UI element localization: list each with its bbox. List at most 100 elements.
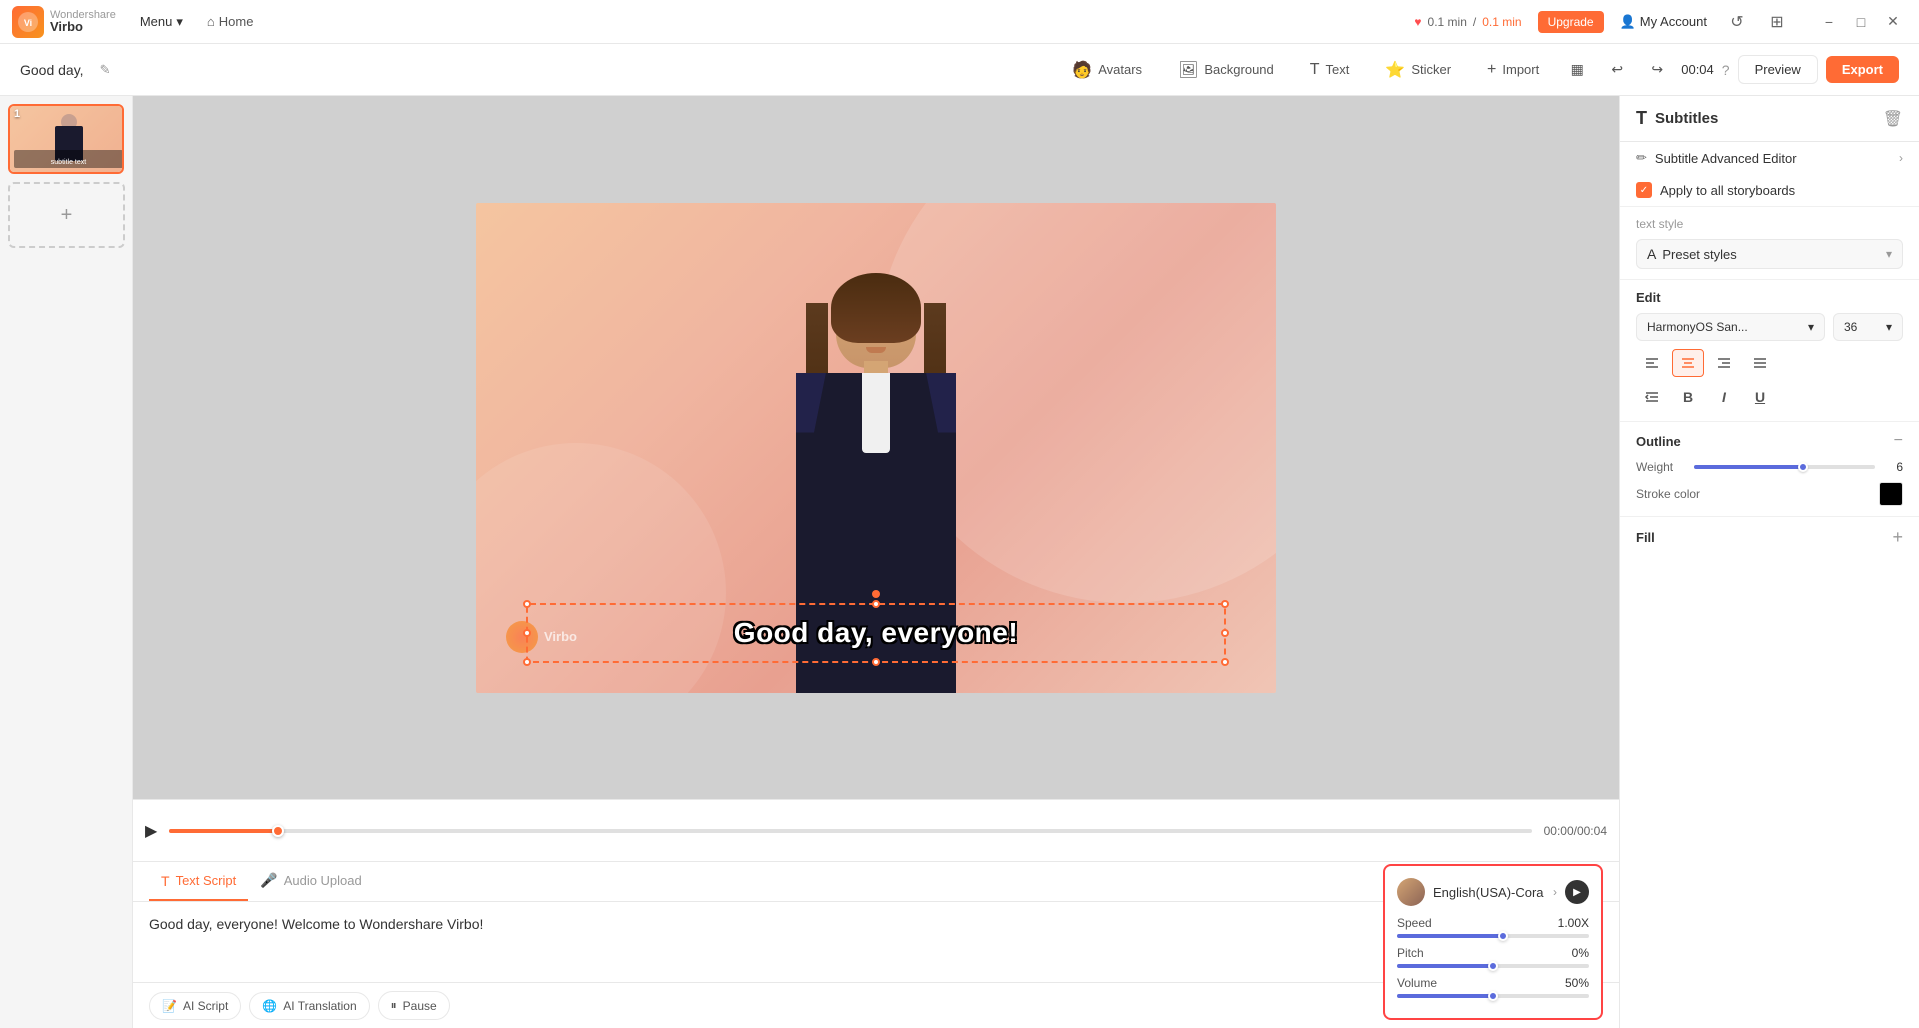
resize-handle-tr[interactable]: [1221, 600, 1229, 608]
storyboard-item-1[interactable]: 1 subtitle text: [8, 104, 124, 174]
align-left-button[interactable]: [1636, 349, 1668, 377]
pause-button[interactable]: ⏸ Pause: [378, 991, 450, 1020]
indent-decrease-button[interactable]: [1636, 383, 1668, 411]
redo-icon[interactable]: ↪: [1641, 54, 1673, 86]
timeline-thumb[interactable]: [272, 825, 284, 837]
tab-audio-upload[interactable]: 🎤 Audio Upload: [248, 862, 374, 901]
subtitle-editor-label: ✏ Subtitle Advanced Editor: [1636, 150, 1797, 166]
canvas[interactable]: Virbo Good day, everyone!: [476, 203, 1276, 693]
apply-all-checkbox[interactable]: ✓: [1636, 182, 1652, 198]
apply-all-row: ✓ Apply to all storyboards: [1620, 174, 1919, 207]
speed-slider-thumb[interactable]: [1498, 931, 1508, 941]
fill-add-icon[interactable]: +: [1892, 527, 1903, 548]
menu-button[interactable]: Menu ▾: [132, 10, 191, 34]
resize-handle-tl[interactable]: [523, 600, 531, 608]
script-text: Good day, everyone! Welcome to Wondersha…: [149, 916, 483, 932]
caption-icon[interactable]: ▦: [1561, 54, 1593, 86]
italic-button[interactable]: I: [1708, 383, 1740, 411]
resize-handle-mr[interactable]: [1221, 629, 1229, 637]
voice-header: English(USA)-Cora › ▶: [1397, 878, 1589, 906]
time-usage-display: ♥ 0.1 min / 0.1 min: [1414, 15, 1521, 29]
underline-button[interactable]: U: [1744, 383, 1776, 411]
fill-title: Fill: [1636, 530, 1655, 545]
undo-icon[interactable]: ↩: [1601, 54, 1633, 86]
fill-header: Fill +: [1636, 527, 1903, 548]
avatar-lapel-left: [796, 373, 826, 433]
time-display: 00:04: [1681, 62, 1714, 77]
right-panel-title: T Subtitles: [1636, 108, 1718, 129]
background-button[interactable]: 🖼 Background: [1164, 54, 1288, 86]
font-size-dropdown[interactable]: 36 ▾: [1833, 313, 1903, 341]
volume-slider[interactable]: [1397, 994, 1589, 998]
preview-button[interactable]: Preview: [1738, 55, 1818, 84]
ai-translation-icon: 🌐: [262, 999, 277, 1013]
logo-text-wondershare: Wondershare Virbo: [50, 9, 116, 34]
align-right-button[interactable]: [1708, 349, 1740, 377]
maximize-button[interactable]: □: [1847, 8, 1875, 36]
font-family-dropdown[interactable]: HarmonyOS San... ▾: [1636, 313, 1825, 341]
center-panel: Virbo Good day, everyone!: [133, 96, 1619, 1028]
ai-script-button[interactable]: 📝 AI Script: [149, 992, 241, 1020]
resize-handle-tm[interactable]: [872, 600, 880, 608]
align-justify-button[interactable]: [1744, 349, 1776, 377]
bold-button[interactable]: B: [1672, 383, 1704, 411]
avatar-mouth: [866, 347, 886, 353]
pitch-slider[interactable]: [1397, 964, 1589, 968]
subtitle-anchor-handle: [872, 590, 880, 598]
grid-icon[interactable]: ⊞: [1763, 8, 1791, 36]
close-button[interactable]: ✕: [1879, 8, 1907, 36]
volume-value: 50%: [1565, 976, 1589, 990]
ai-script-icon: 📝: [162, 999, 177, 1013]
audio-upload-icon: 🎤: [260, 872, 277, 889]
volume-slider-thumb[interactable]: [1488, 991, 1498, 1001]
add-storyboard-button[interactable]: +: [8, 182, 125, 248]
upgrade-button[interactable]: Upgrade: [1538, 11, 1604, 33]
outline-collapse-icon[interactable]: −: [1894, 432, 1903, 450]
play-button[interactable]: ▶: [145, 821, 157, 841]
speed-value: 1.00X: [1558, 916, 1589, 930]
resize-handle-bm[interactable]: [872, 658, 880, 666]
edit-project-name-icon[interactable]: ✎: [100, 62, 111, 78]
help-icon[interactable]: ?: [1722, 62, 1730, 78]
delete-subtitle-button[interactable]: 🗑: [1883, 109, 1903, 129]
align-center-button[interactable]: [1672, 349, 1704, 377]
tab-text-script[interactable]: T Text Script: [149, 863, 248, 901]
speed-slider[interactable]: [1397, 934, 1589, 938]
resize-handle-br[interactable]: [1221, 658, 1229, 666]
subtitles-icon: T: [1636, 108, 1647, 129]
app-logo[interactable]: Vi Wondershare Virbo: [12, 6, 116, 38]
timeline-scrubber[interactable]: [169, 829, 1531, 833]
home-button[interactable]: ⌂ Home: [207, 14, 254, 29]
subtitle-editor-arrow-icon[interactable]: ›: [1899, 151, 1903, 165]
sticker-button[interactable]: ⭐ Sticker: [1371, 54, 1465, 86]
resize-handle-ml[interactable]: [523, 629, 531, 637]
ai-translation-button[interactable]: 🌐 AI Translation: [249, 992, 369, 1020]
stroke-color-swatch[interactable]: [1879, 482, 1903, 506]
subtitle-box[interactable]: Good day, everyone!: [526, 603, 1226, 663]
preset-styles-dropdown[interactable]: A Preset styles ▾: [1636, 239, 1903, 269]
storyboard-thumb-1: 1 subtitle text: [10, 106, 124, 172]
pitch-slider-thumb[interactable]: [1488, 961, 1498, 971]
outline-section: Outline − Weight 6 Stroke color: [1620, 422, 1919, 517]
avatars-button[interactable]: 🧑 Avatars: [1058, 54, 1156, 86]
my-account-button[interactable]: 👤 My Account: [1620, 14, 1707, 30]
resize-handle-bl[interactable]: [523, 658, 531, 666]
refresh-icon[interactable]: ↺: [1723, 8, 1751, 36]
script-area: T Text Script 🎤 Audio Upload Timeline mo…: [133, 861, 1619, 1028]
voice-play-button[interactable]: ▶: [1565, 880, 1589, 904]
voice-chevron-icon[interactable]: ›: [1553, 885, 1557, 899]
avatar-shirt: [862, 373, 890, 453]
weight-slider[interactable]: [1694, 465, 1875, 469]
minimize-button[interactable]: −: [1815, 8, 1843, 36]
text-script-icon: T: [161, 873, 170, 889]
window-controls: − □ ✕: [1815, 8, 1907, 36]
export-button[interactable]: Export: [1826, 56, 1899, 83]
weight-slider-thumb[interactable]: [1798, 462, 1808, 472]
font-row: HarmonyOS San... ▾ 36 ▾: [1636, 313, 1903, 341]
import-button[interactable]: + Import: [1473, 55, 1553, 85]
text-button[interactable]: T Text: [1296, 55, 1364, 85]
volume-slider-fill: [1397, 994, 1493, 998]
subtitle-text: Good day, everyone!: [734, 617, 1018, 649]
pitch-slider-fill: [1397, 964, 1493, 968]
editor-pencil-icon: ✏: [1636, 150, 1647, 166]
